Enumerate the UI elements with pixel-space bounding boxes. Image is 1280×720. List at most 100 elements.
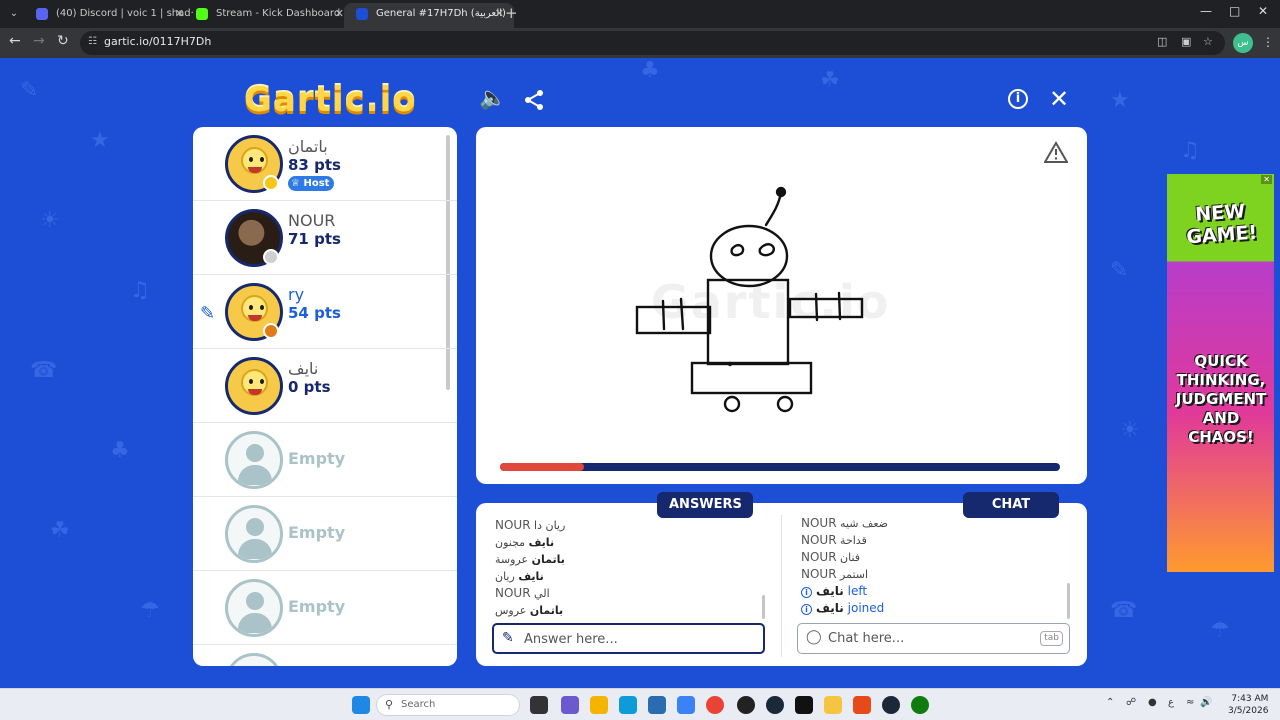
store-icon[interactable] <box>648 696 666 714</box>
reload-icon[interactable]: ↻ <box>57 33 69 49</box>
translate-icon[interactable]: ◫ <box>1157 35 1167 48</box>
file-explorer-icon[interactable] <box>590 696 608 714</box>
chat-field[interactable]: ◯ tab <box>797 623 1070 654</box>
close-tab-icon[interactable]: ✕ <box>495 3 504 25</box>
steam-icon[interactable] <box>766 696 784 714</box>
chat-bubble-icon: ◯ <box>806 629 822 645</box>
app-icon[interactable] <box>824 696 842 714</box>
site-info-icon[interactable]: ☷ <box>88 36 97 47</box>
chat-item: NOUR ضعف شيه <box>801 516 889 530</box>
advertisement-banner[interactable]: ✕ NEW GAME! QUICK THINKING, JUDGMENT AND… <box>1167 174 1274 572</box>
player-points: 71 pts <box>288 230 341 248</box>
answer-item: باتمان عروس <box>495 604 564 617</box>
tab-title: Stream - Kick Dashboard <box>216 8 341 19</box>
keyboard-language-icon[interactable]: ع <box>1168 697 1174 708</box>
answer-input[interactable] <box>524 629 724 649</box>
steam-icon[interactable] <box>882 696 900 714</box>
browser-tab-kick[interactable]: Stream - Kick Dashboard ✕ <box>184 3 354 28</box>
player-points: 83 pts <box>288 156 341 174</box>
close-tab-icon[interactable]: ✕ <box>335 3 344 25</box>
address-bar[interactable]: ☷ gartic.io/0117H7Dh ◫ ▣ ☆ <box>80 31 1225 55</box>
tray-chevron-icon[interactable]: ⌃ <box>1106 697 1114 708</box>
empty-slot: Empty <box>193 497 457 571</box>
edge-icon[interactable] <box>619 696 637 714</box>
share-icon[interactable] <box>521 88 547 114</box>
tab-search-icon[interactable]: ⌄ <box>4 4 24 24</box>
system-message: i نايف joined <box>801 600 888 617</box>
windows-taskbar: ⚲ Search ⌃ ☍ ● ع ≈ 🔊 7:43 AM 3/5/2026 <box>0 688 1280 720</box>
answers-chat-panel: ANSWERS CHAT NOUR ريان دا نايف مجنون بات… <box>476 492 1087 666</box>
report-warning-icon[interactable] <box>1044 141 1068 163</box>
drawing-canvas[interactable]: Gartic.io <box>476 127 1087 484</box>
taskbar-search[interactable]: ⚲ Search <box>376 694 520 716</box>
profile-avatar[interactable]: س <box>1233 33 1253 53</box>
obs-icon[interactable] <box>737 696 755 714</box>
system-message: i نايف left <box>801 583 888 600</box>
close-window-icon[interactable]: ✕ <box>1258 4 1268 18</box>
chrome-icon[interactable] <box>706 696 724 714</box>
tab-key-hint: tab <box>1040 631 1063 646</box>
player-avatar <box>225 357 283 415</box>
chat-scrollbar[interactable] <box>1067 583 1070 619</box>
answer-item: NOUR ريان دا <box>495 518 566 532</box>
answers-scrollbar[interactable] <box>762 595 765 619</box>
player-status-icon <box>263 249 279 265</box>
ad-close-icon[interactable]: ✕ <box>1261 175 1272 184</box>
browser-tab-discord[interactable]: (40) Discord | voic 1 | shad· ✕ <box>24 3 194 28</box>
player-status-icon <box>263 323 279 339</box>
xbox-icon[interactable] <box>911 696 929 714</box>
empty-avatar-icon <box>225 579 283 637</box>
new-tab-icon[interactable]: + <box>505 4 518 22</box>
browser-menu-icon[interactable]: ⋮ <box>1262 35 1274 49</box>
player-row: نايف 0 pts <box>193 349 457 423</box>
doodle-icon: ♫ <box>1180 138 1200 163</box>
clock-date: 3/5/2026 <box>1228 706 1269 716</box>
doodle-icon: ♣ <box>110 438 130 463</box>
doodle-icon: ☀ <box>40 208 60 233</box>
doodle-icon: ♫ <box>130 278 150 303</box>
info-icon[interactable]: i <box>1008 89 1028 109</box>
answers-header: ANSWERS <box>657 492 753 518</box>
ad-tagline: QUICK THINKING, JUDGMENT AND CHAOS! <box>1175 352 1267 446</box>
browser-tab-gartic[interactable]: General #17H7Dh (العربية) - Ga ✕ <box>344 3 514 28</box>
sound-icon[interactable]: 🔈 <box>479 88 506 114</box>
cast-icon[interactable]: ▣ <box>1181 35 1191 48</box>
epic-games-icon[interactable] <box>795 696 813 714</box>
taskbar-clock[interactable]: 7:43 AM 3/5/2026 <box>1228 693 1268 717</box>
doodle-icon: ☘ <box>50 518 70 543</box>
chat-item: NOUR فنان <box>801 550 861 564</box>
tab-title: General #17H7Dh (العربية) - Ga <box>376 8 514 19</box>
player-row: باتمان 83 pts ♕ Host <box>193 127 457 201</box>
task-view-icon[interactable] <box>530 696 548 714</box>
browser-toolbar: ← → ↻ ☷ gartic.io/0117H7Dh ◫ ▣ ☆ س ⋮ <box>0 28 1280 58</box>
search-label: Search <box>401 699 436 710</box>
volume-icon[interactable]: 🔊 <box>1200 697 1212 708</box>
pencil-icon: ✎ <box>502 630 514 646</box>
maximize-icon[interactable]: □ <box>1229 4 1240 18</box>
bookmark-star-icon[interactable]: ☆ <box>1203 35 1213 48</box>
chat-header: CHAT <box>963 492 1059 518</box>
windows-start-icon[interactable] <box>352 696 370 714</box>
mail-icon[interactable] <box>677 696 695 714</box>
wifi-icon[interactable]: ≈ <box>1186 697 1194 708</box>
host-badge: ♕ Host <box>288 176 335 191</box>
forward-icon[interactable]: → <box>33 33 45 49</box>
microphone-icon[interactable]: ● <box>1148 697 1157 708</box>
answer-field[interactable]: ✎ <box>492 623 765 654</box>
network-icon[interactable]: ☍ <box>1126 697 1136 708</box>
empty-label: Empty <box>288 449 346 468</box>
widgets-icon[interactable] <box>561 696 579 714</box>
player-name: ry <box>288 285 305 304</box>
close-game-icon[interactable]: ✕ <box>1046 87 1072 114</box>
brave-icon[interactable] <box>853 696 871 714</box>
player-points: 0 pts <box>288 378 331 396</box>
chat-input[interactable] <box>828 628 1028 648</box>
panel-divider <box>781 515 782 657</box>
answer-item: نايف ريان <box>495 570 544 583</box>
back-icon[interactable]: ← <box>9 33 21 49</box>
gartic-logo: Gartic.io <box>244 80 417 120</box>
minimize-icon[interactable]: — <box>1200 4 1212 18</box>
empty-label: Empty <box>288 597 346 616</box>
discord-favicon-icon <box>36 8 48 20</box>
close-tab-icon[interactable]: ✕ <box>175 3 184 25</box>
